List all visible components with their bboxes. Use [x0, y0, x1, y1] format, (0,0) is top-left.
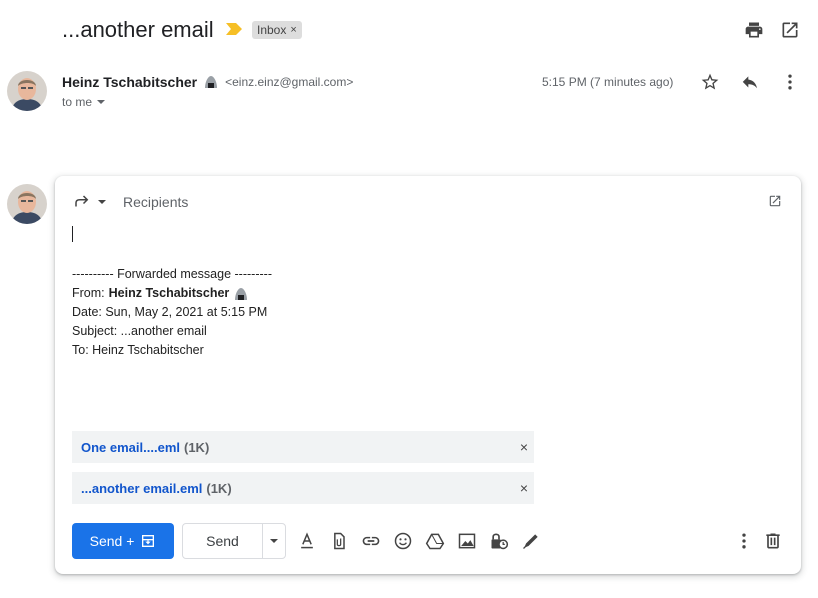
insert-signature-icon[interactable]: [519, 529, 543, 553]
forward-icon[interactable]: [73, 193, 91, 211]
discard-draft-icon[interactable]: [761, 529, 785, 553]
attachment-name[interactable]: ...another email.eml: [81, 481, 202, 496]
sender-badge-icon: [233, 286, 249, 302]
send-and-archive-button[interactable]: Send +: [72, 523, 174, 559]
chevron-down-icon: [96, 97, 106, 107]
send-and-archive-label: Send +: [89, 533, 135, 549]
more-send-options-button[interactable]: [263, 524, 285, 558]
recipients-input[interactable]: Recipients: [123, 194, 188, 210]
forward-header: ---------- Forwarded message ---------: [72, 267, 272, 281]
forward-to-line: To: Heinz Tschabitscher: [72, 343, 204, 357]
forward-subject-line: Subject: ...another email: [72, 324, 207, 338]
remove-attachment-button[interactable]: ×: [520, 480, 528, 496]
confidential-mode-icon[interactable]: [487, 529, 511, 553]
formatting-options-icon[interactable]: [295, 529, 319, 553]
forward-from-line: From: Heinz Tschabitscher: [72, 284, 272, 303]
message-body[interactable]: ---------- Forwarded message --------- F…: [72, 265, 272, 360]
sender-line: Heinz Tschabitscher <einz.einz@gmail.com…: [62, 74, 353, 90]
attachment-size: (1K): [206, 480, 232, 496]
inbox-label-chip: Inbox ×: [252, 21, 302, 39]
importance-marker-icon[interactable]: [226, 23, 242, 35]
from-label: From:: [72, 286, 105, 300]
recipients-row: Recipients: [73, 193, 188, 211]
sender-avatar[interactable]: [7, 71, 47, 111]
from-name: Heinz Tschabitscher: [108, 286, 230, 300]
reply-icon[interactable]: [738, 70, 762, 94]
current-user-avatar: [7, 184, 47, 224]
remove-attachment-button[interactable]: ×: [520, 439, 528, 455]
insert-emoji-icon[interactable]: [391, 529, 415, 553]
attachment-chip[interactable]: One email....eml (1K) ×: [72, 431, 534, 463]
chevron-down-icon: [270, 539, 278, 543]
print-icon[interactable]: [742, 18, 766, 42]
attachment-name[interactable]: One email....eml: [81, 440, 180, 455]
attachment-chip[interactable]: ...another email.eml (1K) ×: [72, 472, 534, 504]
send-button[interactable]: Send: [183, 524, 263, 558]
email-subject: ...another email: [62, 17, 214, 42]
forward-date-line: Date: Sun, May 2, 2021 at 5:15 PM: [72, 305, 268, 319]
insert-photo-icon[interactable]: [455, 529, 479, 553]
sender-name[interactable]: Heinz Tschabitscher: [62, 74, 197, 90]
label-chip-text: Inbox: [257, 23, 287, 37]
reply-type-dropdown-icon[interactable]: [97, 197, 107, 207]
remove-label-button[interactable]: ×: [290, 21, 296, 39]
more-vert-icon[interactable]: [778, 70, 802, 94]
popout-compose-icon[interactable]: [763, 189, 787, 213]
compose-toolbar: [295, 529, 543, 553]
email-timestamp: 5:15 PM (7 minutes ago): [542, 75, 674, 89]
open-in-new-window-icon[interactable]: [778, 18, 802, 42]
attachment-size: (1K): [184, 439, 210, 455]
recipient-line: to me: [62, 95, 93, 109]
recipient-details-toggle[interactable]: to me: [62, 95, 106, 109]
archive-icon: [140, 533, 156, 549]
insert-link-icon[interactable]: [359, 529, 383, 553]
attach-files-icon[interactable]: [327, 529, 351, 553]
send-button-group: Send: [182, 523, 286, 559]
sender-badge-icon: [203, 74, 219, 90]
insert-drive-file-icon[interactable]: [423, 529, 447, 553]
more-options-icon[interactable]: [732, 529, 756, 553]
forward-compose-card: Recipients ---------- Forwarded message …: [55, 176, 801, 574]
sender-email: <einz.einz@gmail.com>: [225, 75, 354, 89]
star-icon[interactable]: [698, 70, 722, 94]
text-cursor: [72, 226, 73, 242]
